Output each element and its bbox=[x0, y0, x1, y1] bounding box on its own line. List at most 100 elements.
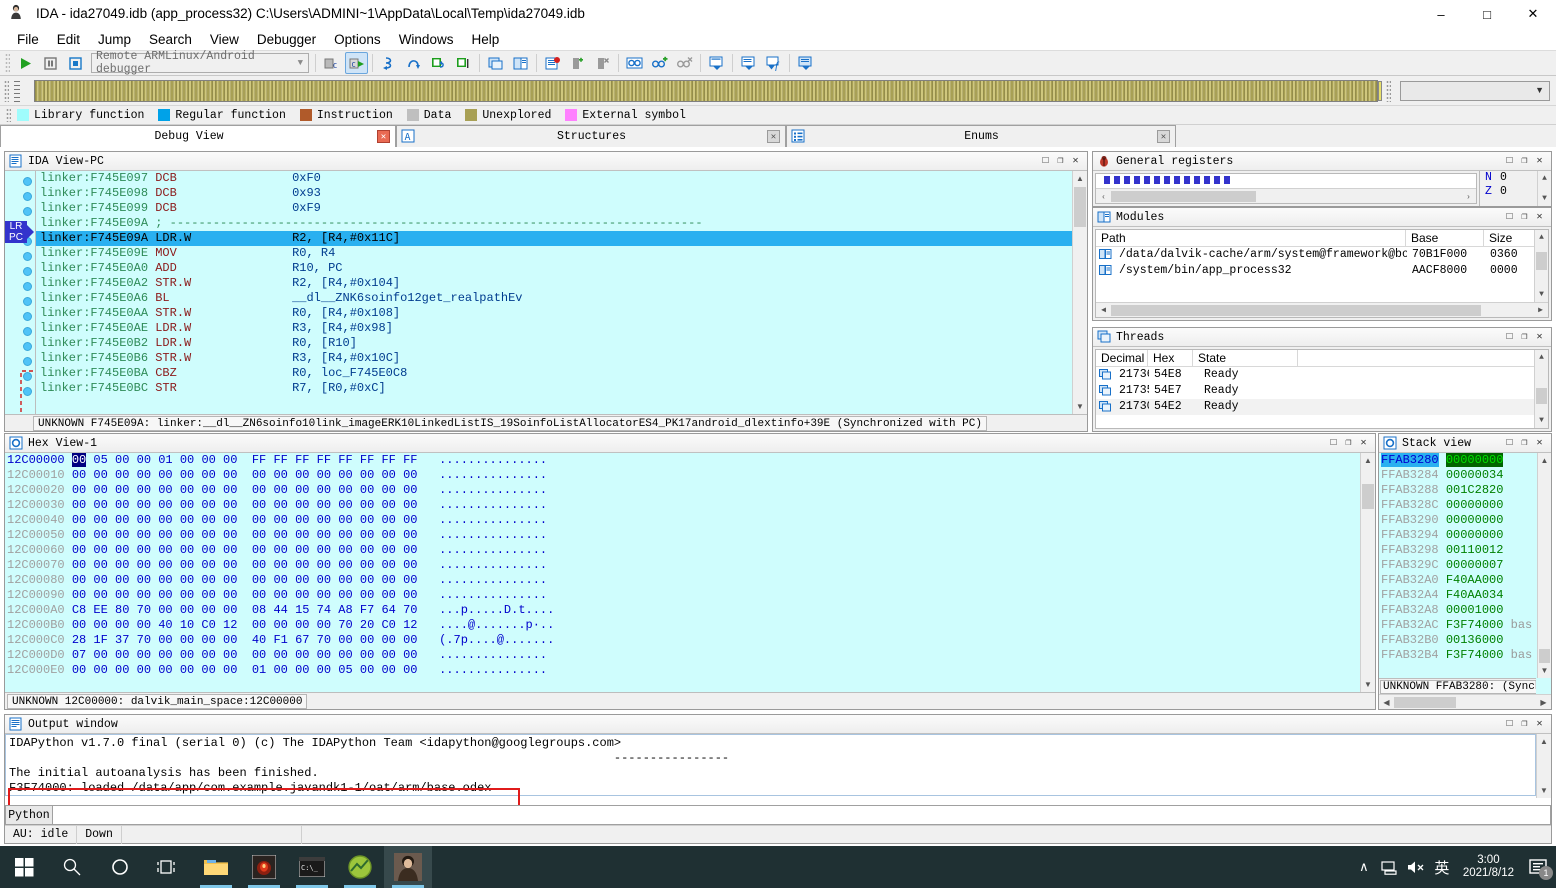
hex-row[interactable]: 12C00050 00 00 00 00 00 00 00 00 00 00 0… bbox=[5, 528, 1375, 543]
threads-vscrollbar[interactable]: ▲ ▼ bbox=[1534, 350, 1548, 428]
python-input[interactable] bbox=[53, 805, 1551, 825]
stack-row[interactable]: FFAB3298 00110012 bbox=[1379, 543, 1551, 558]
panel-maximize-button[interactable]: ❐ bbox=[1517, 210, 1532, 225]
stack-row[interactable]: FFAB32A8 00001000 bbox=[1379, 603, 1551, 618]
tab-enums[interactable]: Enums ✕ bbox=[786, 125, 1176, 147]
green-app-button[interactable] bbox=[336, 846, 384, 888]
output-vscrollbar[interactable]: ▲ ▼ bbox=[1536, 734, 1551, 798]
disassembly-line[interactable]: linker:F745E0A6 BL __dl__ZNK6soinfo12get… bbox=[36, 291, 1087, 306]
scroll-track[interactable] bbox=[1111, 304, 1533, 317]
threads-grid[interactable]: Decimal Hex State 21736 54E8 Ready 21735… bbox=[1095, 349, 1549, 429]
stack-row[interactable]: FFAB32A4 F40AA034 bbox=[1379, 588, 1551, 603]
disassembly-line[interactable]: linker:F745E0A0 ADD R10, PC bbox=[36, 261, 1087, 276]
panel-close-button[interactable]: ✕ bbox=[1532, 436, 1547, 451]
add-watch-button[interactable] bbox=[648, 52, 671, 74]
scroll-right-arrow[interactable]: › bbox=[1461, 192, 1476, 201]
table-row[interactable]: 21736 54E8 Ready bbox=[1096, 367, 1548, 383]
stack-row[interactable]: FFAB329C 00000007 bbox=[1379, 558, 1551, 573]
scroll-thumb[interactable] bbox=[1536, 388, 1547, 404]
step-into-source-button[interactable]: C bbox=[345, 52, 368, 74]
scroll-down-arrow[interactable]: ▼ bbox=[1535, 287, 1548, 302]
registers-hscrollbar[interactable]: ‹ › bbox=[1096, 188, 1476, 203]
stack-row[interactable]: FFAB3294 00000000 bbox=[1379, 528, 1551, 543]
toolbar-grip[interactable] bbox=[5, 53, 10, 73]
hex-row[interactable]: 12C00000 00 05 00 00 01 00 00 00 FF FF F… bbox=[5, 453, 1375, 468]
modules-window-button[interactable] bbox=[509, 52, 532, 74]
scroll-left-arrow[interactable]: ◀ bbox=[1096, 305, 1111, 315]
ida-taskbar-button[interactable] bbox=[384, 846, 432, 888]
scroll-thumb[interactable] bbox=[1111, 190, 1256, 202]
scroll-thumb[interactable] bbox=[1074, 187, 1086, 227]
column-header-state[interactable]: State bbox=[1193, 350, 1298, 366]
column-header-hex[interactable]: Hex bbox=[1148, 350, 1193, 366]
scroll-up-arrow[interactable]: ▲ bbox=[1538, 453, 1551, 468]
step-over-source-button[interactable]: C bbox=[320, 52, 343, 74]
menu-debugger[interactable]: Debugger bbox=[248, 30, 325, 49]
add-breakpoint-button[interactable] bbox=[566, 52, 589, 74]
menu-help[interactable]: Help bbox=[462, 30, 508, 49]
hex-row[interactable]: 12C00090 00 00 00 00 00 00 00 00 00 00 0… bbox=[5, 588, 1375, 603]
menu-view[interactable]: View bbox=[201, 30, 248, 49]
scroll-left-arrow[interactable]: ◀ bbox=[1379, 698, 1394, 707]
start-button[interactable] bbox=[0, 846, 48, 888]
hex-row[interactable]: 12C000B0 00 00 00 00 40 10 C0 12 00 00 0… bbox=[5, 618, 1375, 633]
jump-combo-grip[interactable] bbox=[1386, 79, 1391, 102]
panel-close-button[interactable]: ✕ bbox=[1532, 717, 1547, 732]
stack-row[interactable]: FFAB32B0 00136000 bbox=[1379, 633, 1551, 648]
disassembly-body[interactable]: LR PC linker:F745E097 DCB 0xF0 linker:F7… bbox=[5, 171, 1087, 431]
panel-restore-button[interactable]: □ bbox=[1326, 436, 1341, 451]
panel-close-button[interactable]: ✕ bbox=[1532, 154, 1547, 169]
strings-window-button[interactable] bbox=[794, 52, 817, 74]
close-button[interactable]: ✕ bbox=[1510, 0, 1556, 28]
scroll-down-arrow[interactable]: ▼ bbox=[1361, 677, 1375, 692]
modules-vscrollbar[interactable]: ▲ ▼ bbox=[1534, 230, 1548, 302]
legend-grip[interactable] bbox=[6, 108, 11, 122]
maximize-button[interactable]: □ bbox=[1464, 0, 1510, 28]
output-body[interactable]: IDAPython v1.7.0 final (serial 0) (c) Th… bbox=[5, 734, 1551, 844]
table-row[interactable]: 21735 54E7 Ready bbox=[1096, 383, 1548, 399]
panel-title-bar[interactable]: Stack view □ ❐ ✕ bbox=[1379, 434, 1551, 453]
names-window-button[interactable] bbox=[737, 52, 760, 74]
breakpoint-list-button[interactable] bbox=[541, 52, 564, 74]
panel-maximize-button[interactable]: ❐ bbox=[1517, 330, 1532, 345]
scroll-up-arrow[interactable]: ▲ bbox=[1361, 453, 1375, 468]
column-header-path[interactable]: Path bbox=[1096, 230, 1406, 246]
hex-row[interactable]: 12C000A0 C8 EE 80 70 00 00 00 00 08 44 1… bbox=[5, 603, 1375, 618]
modules-hscrollbar[interactable]: ◀ ▶ bbox=[1096, 302, 1548, 317]
panel-restore-button[interactable]: □ bbox=[1502, 330, 1517, 345]
cortana-button[interactable] bbox=[96, 846, 144, 888]
scroll-down-arrow[interactable]: ▼ bbox=[1537, 783, 1551, 798]
stack-rows[interactable]: FFAB3280 00000000 FFAB3284 00000034 FFAB… bbox=[1379, 453, 1551, 709]
disassembly-lines[interactable]: linker:F745E097 DCB 0xF0 linker:F745E098… bbox=[35, 171, 1087, 431]
address-combo[interactable]: ▼ bbox=[1400, 80, 1550, 101]
menu-file[interactable]: File bbox=[8, 30, 48, 49]
navigator-band[interactable] bbox=[34, 79, 1378, 102]
chevron-up-icon[interactable]: ∧ bbox=[1351, 846, 1377, 888]
scroll-right-arrow[interactable]: ▶ bbox=[1536, 698, 1551, 707]
disassembly-line[interactable]: linker:F745E0B2 LDR.W R0, [R10] bbox=[36, 336, 1087, 351]
task-view-button[interactable] bbox=[144, 846, 192, 888]
disassembly-line[interactable]: linker:F745E0B6 STR.W R3, [R4,#0x10C] bbox=[36, 351, 1087, 366]
panel-restore-button[interactable]: □ bbox=[1502, 210, 1517, 225]
hex-row[interactable]: 12C000D0 07 00 00 00 00 00 00 00 00 00 0… bbox=[5, 648, 1375, 663]
stop-button[interactable] bbox=[64, 52, 87, 74]
table-row[interactable]: /system/bin/app_process32 AACF8000 0000 bbox=[1096, 263, 1548, 279]
flags-list[interactable]: N 0 Z 0 ▲ ▼ bbox=[1479, 171, 1551, 206]
scroll-track[interactable] bbox=[1394, 696, 1536, 709]
scroll-down-arrow[interactable]: ▼ bbox=[1073, 399, 1087, 414]
column-header-decimal[interactable]: Decimal bbox=[1096, 350, 1148, 366]
hex-row[interactable]: 12C00070 00 00 00 00 00 00 00 00 00 00 0… bbox=[5, 558, 1375, 573]
scroll-thumb[interactable] bbox=[1394, 696, 1456, 708]
clock[interactable]: 3:00 2021/8/12 bbox=[1455, 854, 1522, 880]
scroll-down-arrow[interactable]: ▼ bbox=[1538, 663, 1551, 678]
disassembly-line[interactable]: linker:F745E0BC STR R7, [R0,#0xC] bbox=[36, 381, 1087, 396]
panel-title-bar[interactable]: Threads □ ❐ ✕ bbox=[1093, 328, 1551, 347]
disassembly-line[interactable]: linker:F745E0BA CBZ R0, loc_F745E0C8 bbox=[36, 366, 1087, 381]
panel-maximize-button[interactable]: ❐ bbox=[1341, 436, 1356, 451]
panel-maximize-button[interactable]: ❐ bbox=[1517, 154, 1532, 169]
stack-row[interactable]: FFAB3288 001C2820 bbox=[1379, 483, 1551, 498]
console-button[interactable]: C:\_ bbox=[288, 846, 336, 888]
disassembly-line[interactable]: linker:F745E0AE LDR.W R3, [R4,#0x98] bbox=[36, 321, 1087, 336]
hex-row[interactable]: 12C00020 00 00 00 00 00 00 00 00 00 00 0… bbox=[5, 483, 1375, 498]
panel-close-button[interactable]: ✕ bbox=[1068, 154, 1083, 169]
